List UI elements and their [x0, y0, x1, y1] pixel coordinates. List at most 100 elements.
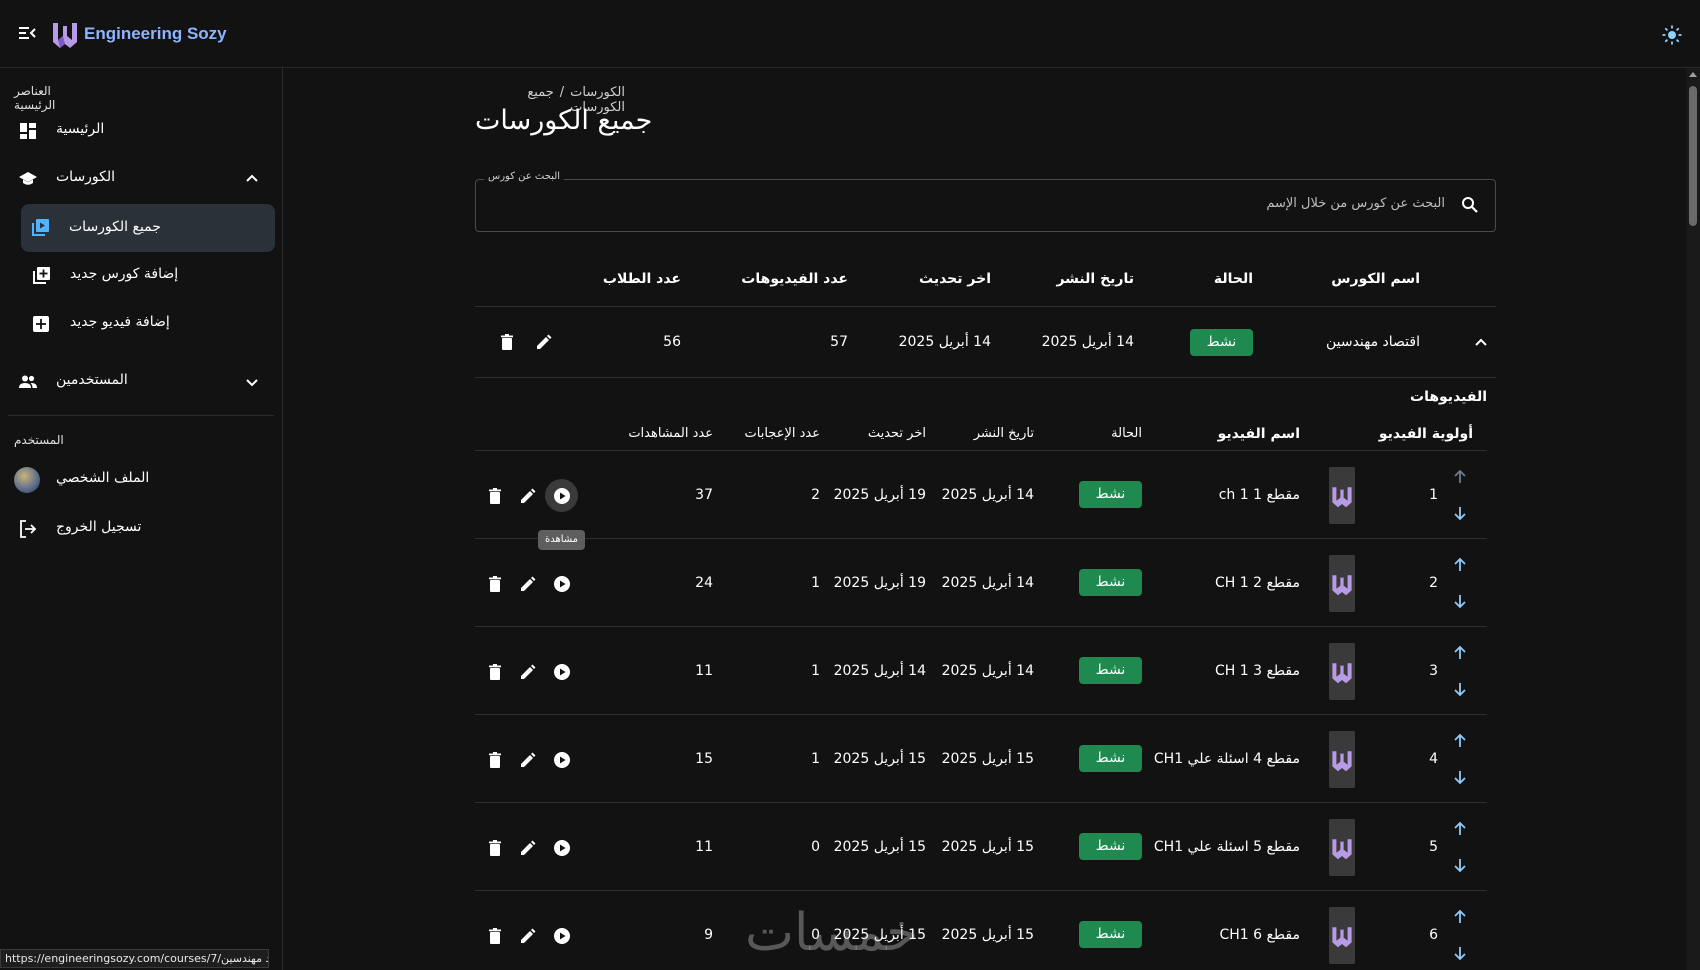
- breadcrumb-separator: /: [559, 85, 565, 100]
- video-name[interactable]: مقطع 5 اسئلة علي CH1: [1154, 839, 1300, 855]
- scroll-thumb[interactable]: [1689, 86, 1697, 226]
- scrollbar[interactable]: [1686, 68, 1700, 970]
- arrow-down-icon[interactable]: [1451, 504, 1469, 522]
- column-header-status[interactable]: الحالة: [1214, 271, 1253, 287]
- column-header-updated[interactable]: اخر تحديث: [919, 271, 991, 287]
- videos-table-header: أولوية الفيديو اسم الفيديو الحالة تاريخ …: [475, 418, 1487, 451]
- status-badge: نشط: [1079, 745, 1142, 772]
- play-circle-icon[interactable]: [553, 927, 571, 945]
- edit-icon[interactable]: [519, 487, 537, 505]
- arrow-up-icon[interactable]: [1451, 820, 1469, 838]
- breadcrumb-root[interactable]: الكورسات: [570, 85, 625, 100]
- edit-icon[interactable]: [519, 839, 537, 857]
- delete-icon[interactable]: [498, 333, 516, 351]
- column-header-likes[interactable]: عدد الإعجابات: [745, 426, 820, 441]
- menu-open-icon[interactable]: [18, 24, 36, 42]
- sidebar-item-add-video[interactable]: إضافة فيديو جديد: [8, 302, 276, 346]
- play-circle-icon[interactable]: [553, 839, 571, 857]
- arrow-up-icon[interactable]: [1451, 468, 1469, 486]
- delete-icon[interactable]: [486, 575, 504, 593]
- arrow-up-icon[interactable]: [1451, 732, 1469, 750]
- sidebar-item-home[interactable]: الرئيسية: [8, 109, 276, 153]
- video-name[interactable]: مقطع 6 CH1: [1219, 927, 1300, 943]
- sidebar-item-label: الكورسات: [56, 169, 116, 185]
- sidebar-item-add-course[interactable]: إضافة كورس جديد: [8, 254, 276, 298]
- arrow-down-icon[interactable]: [1451, 592, 1469, 610]
- arrow-down-icon[interactable]: [1451, 768, 1469, 786]
- video-likes: 1: [811, 751, 820, 767]
- sidebar-item-label: الملف الشخصي: [56, 470, 150, 486]
- watermark: خمسات: [745, 903, 919, 963]
- edit-icon[interactable]: [535, 333, 553, 351]
- table-header: اسم الكورس الحالة تاريخ النشر اخر تحديث …: [475, 252, 1496, 307]
- logo-icon: [1332, 751, 1352, 772]
- play-circle-icon[interactable]: [553, 663, 571, 681]
- delete-icon[interactable]: [486, 751, 504, 769]
- column-header-status[interactable]: الحالة: [1111, 426, 1142, 441]
- edit-icon[interactable]: [519, 663, 537, 681]
- sidebar-item-label: جميع الكورسات: [69, 219, 161, 235]
- sidebar-item-courses[interactable]: الكورسات: [8, 157, 276, 201]
- logo-icon: [1332, 575, 1352, 596]
- column-header-students[interactable]: عدد الطلاب: [603, 271, 681, 287]
- sidebar-item-users[interactable]: المستخدمين: [8, 360, 276, 404]
- chevron-up-icon[interactable]: [1472, 334, 1490, 352]
- delete-icon[interactable]: [486, 839, 504, 857]
- brand-name[interactable]: Engineering Sozy: [84, 24, 227, 44]
- logo-icon: [53, 23, 77, 48]
- sidebar-section-main: العناصر الرئيسية: [14, 84, 56, 112]
- play-circle-icon[interactable]: [553, 751, 571, 769]
- delete-icon[interactable]: [486, 663, 504, 681]
- arrow-up-icon[interactable]: [1451, 644, 1469, 662]
- arrow-down-icon[interactable]: [1451, 944, 1469, 962]
- avatar: [14, 467, 40, 493]
- column-header-videos[interactable]: عدد الفيديوهات: [741, 271, 848, 287]
- edit-icon[interactable]: [519, 751, 537, 769]
- tooltip: مشاهدة: [538, 530, 585, 550]
- delete-icon[interactable]: [486, 487, 504, 505]
- video-thumbnail: [1329, 643, 1355, 700]
- table-row[interactable]: اقتصاد مهندسين نشط 14 أبريل 2025 14 أبري…: [475, 308, 1496, 378]
- edit-icon[interactable]: [519, 575, 537, 593]
- play-circle-icon[interactable]: [553, 487, 571, 505]
- video-library-icon: [32, 219, 49, 236]
- videos-section-title: الفيديوهات: [1410, 389, 1487, 405]
- column-header-updated[interactable]: اخر تحديث: [868, 426, 926, 441]
- add-box-icon: [33, 316, 49, 332]
- column-header-views[interactable]: عدد المشاهدات: [628, 426, 713, 441]
- video-updated: 14 أبريل 2025: [833, 663, 926, 679]
- divider: [8, 415, 274, 416]
- video-thumbnail: [1329, 907, 1355, 964]
- video-views: 11: [695, 839, 713, 855]
- table-row: 6 مقطع 6 CH1 نشط 15 أبريل 2025 15 أبريل …: [475, 891, 1487, 970]
- light-mode-icon[interactable]: [1662, 25, 1682, 45]
- sidebar-item-label: إضافة فيديو جديد: [70, 314, 170, 330]
- column-header-published[interactable]: تاريخ النشر: [974, 426, 1034, 441]
- video-name[interactable]: مقطع 3 CH 1: [1215, 663, 1300, 679]
- video-published: 14 أبريل 2025: [941, 575, 1034, 591]
- video-name[interactable]: مقطع 1 ch 1: [1219, 487, 1300, 503]
- video-name[interactable]: مقطع 2 CH 1: [1215, 575, 1300, 591]
- search-input[interactable]: البحث عن كورس من خلال الإسم: [475, 179, 1496, 232]
- arrow-down-icon[interactable]: [1451, 856, 1469, 874]
- course-video-count: 57: [830, 334, 848, 350]
- video-name[interactable]: مقطع 4 اسئلة علي CH1: [1154, 751, 1300, 767]
- sidebar-item-logout[interactable]: تسجيل الخروج: [8, 507, 276, 551]
- sidebar-item-profile[interactable]: الملف الشخصي: [8, 458, 276, 502]
- edit-icon[interactable]: [519, 927, 537, 945]
- sidebar-item-all-courses[interactable]: جميع الكورسات: [21, 204, 275, 252]
- video-views: 37: [695, 487, 713, 503]
- arrow-down-icon[interactable]: [1451, 680, 1469, 698]
- video-views: 24: [695, 575, 713, 591]
- column-header-priority[interactable]: أولوية الفيديو: [1379, 426, 1473, 442]
- sidebar-item-label: الرئيسية: [56, 121, 105, 137]
- arrow-up-icon[interactable]: [1451, 556, 1469, 574]
- arrow-up-icon[interactable]: [1451, 908, 1469, 926]
- video-priority: 5: [1429, 839, 1438, 855]
- play-circle-icon[interactable]: [553, 575, 571, 593]
- scroll-up-arrow[interactable]: [1689, 72, 1697, 77]
- column-header-published[interactable]: تاريخ النشر: [1056, 271, 1134, 287]
- column-header-name[interactable]: اسم الكورس: [1331, 271, 1420, 287]
- delete-icon[interactable]: [486, 927, 504, 945]
- column-header-video-name[interactable]: اسم الفيديو: [1218, 426, 1300, 442]
